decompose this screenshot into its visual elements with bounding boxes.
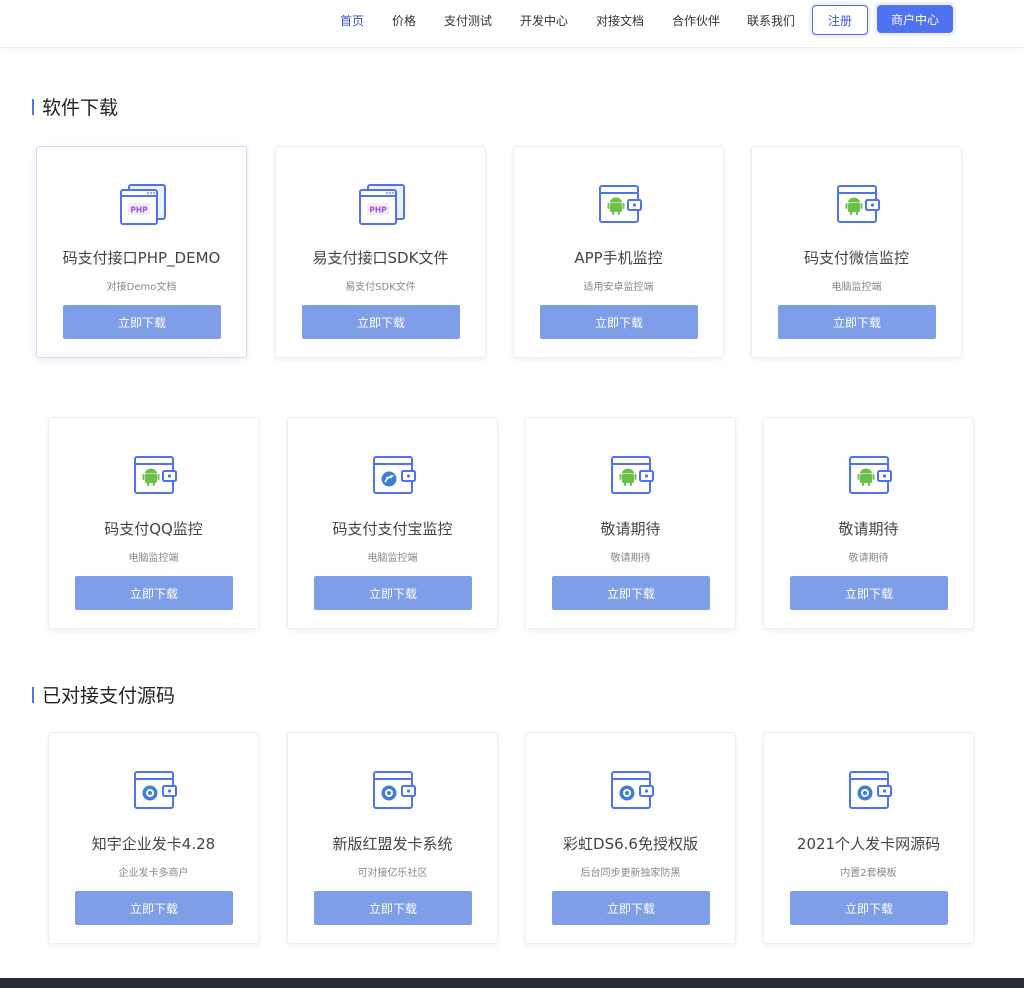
android-icon — [607, 454, 657, 496]
card-subtitle: 电脑监控端 — [367, 553, 418, 564]
nav-partners[interactable]: 合作伙伴 — [672, 12, 720, 29]
download-card: 敬请期待 敬请期待 立即下载 — [525, 417, 736, 629]
card-subtitle: 可对接亿乐社区 — [357, 868, 428, 879]
download-card: 敬请期待 敬请期待 立即下载 — [763, 417, 974, 629]
card-title: 敬请期待 — [838, 520, 899, 538]
card-title: 彩虹DS6.6免授权版 — [563, 835, 698, 853]
nav-home[interactable]: 首页 — [340, 12, 364, 29]
card-subtitle: 易支付SDK文件 — [345, 282, 416, 293]
download-card: APP手机监控适用安卓监控端立即下载 — [513, 146, 724, 358]
card-title: 敬请期待 — [600, 520, 661, 538]
php-icon: PHP — [118, 183, 168, 225]
android-icon — [833, 183, 883, 225]
android-icon — [130, 454, 180, 496]
top-navbar: 首页 价格 支付测试 开发中心 对接文档 合作伙伴 联系我们 注册 商户中心 — [0, 0, 1024, 48]
section-title-text: 已对接支付源码 — [42, 685, 176, 707]
download-card: 码支付支付宝监控电脑监控端立即下载 — [287, 417, 498, 629]
section-title-text: 软件下载 — [42, 97, 119, 119]
card-subtitle: 内置2套模板 — [840, 868, 897, 879]
nav-payment-test[interactable]: 支付测试 — [444, 12, 492, 29]
nav-docs[interactable]: 对接文档 — [596, 12, 644, 29]
card-subtitle: 敬请期待 — [848, 553, 889, 564]
card-subtitle: 电脑监控端 — [128, 553, 179, 564]
card-title: 码支付微信监控 — [803, 249, 909, 267]
card-title: 易支付接口SDK文件 — [312, 249, 449, 267]
section-title-software: 软件下载 — [32, 93, 118, 120]
download-card: 知宇企业发卡4.28 企业发卡多商户立即下载 — [48, 732, 259, 944]
download-button[interactable]: 立即下载 — [314, 576, 472, 610]
card-title: 2021个人发卡网源码 — [796, 835, 941, 853]
card-title: 码支付支付宝监控 — [332, 520, 453, 538]
card-title: 知宇企业发卡4.28 — [91, 835, 216, 853]
card-title: 新版红盟发卡系统 — [332, 835, 453, 853]
download-button[interactable]: 立即下载 — [552, 576, 710, 610]
footer-bar — [0, 978, 1024, 988]
download-card: 彩虹DS6.6免授权版后台同步更新独家防黑立即下载 — [525, 732, 736, 944]
gear-icon — [130, 769, 180, 811]
section-title-source: 已对接支付源码 — [32, 681, 175, 708]
card-title: APP手机监控 — [574, 249, 663, 267]
android-icon — [595, 183, 645, 225]
download-card: PHP 易支付接口SDK文件易支付SDK文件立即下载 — [275, 146, 486, 358]
download-button[interactable]: 立即下载 — [540, 305, 698, 339]
download-card: PHP 码支付接口PHP_DEMO 对接Demo文档立即下载 — [36, 146, 247, 358]
alipay-icon — [369, 454, 419, 496]
main-nav: 首页 价格 支付测试 开发中心 对接文档 合作伙伴 联系我们 — [0, 0, 1024, 40]
gear-icon — [845, 769, 895, 811]
download-button[interactable]: 立即下载 — [552, 891, 710, 925]
svg-text:PHP: PHP — [369, 206, 387, 215]
card-subtitle: 敬请期待 — [610, 553, 651, 564]
card-subtitle: 对接Demo文档 — [106, 282, 177, 293]
download-button[interactable]: 立即下载 — [790, 576, 948, 610]
section-marker — [32, 98, 34, 115]
nav-pricing[interactable]: 价格 — [392, 12, 416, 29]
download-button[interactable]: 立即下载 — [63, 305, 221, 339]
download-button[interactable]: 立即下载 — [314, 891, 472, 925]
gear-icon — [607, 769, 657, 811]
download-button[interactable]: 立即下载 — [790, 891, 948, 925]
register-button[interactable]: 注册 — [812, 5, 868, 35]
card-subtitle: 适用安卓监控端 — [583, 282, 654, 293]
gear-icon — [369, 769, 419, 811]
card-subtitle: 企业发卡多商户 — [118, 868, 189, 879]
download-button[interactable]: 立即下载 — [778, 305, 936, 339]
download-card: 码支付QQ监控电脑监控端立即下载 — [48, 417, 259, 629]
svg-text:PHP: PHP — [130, 206, 148, 215]
download-button[interactable]: 立即下载 — [302, 305, 460, 339]
nav-dev-center[interactable]: 开发中心 — [520, 12, 568, 29]
download-card: 新版红盟发卡系统可对接亿乐社区立即下载 — [287, 732, 498, 944]
section-marker — [32, 686, 34, 703]
download-button[interactable]: 立即下载 — [75, 891, 233, 925]
nav-contact[interactable]: 联系我们 — [747, 12, 795, 29]
download-card: 码支付微信监控电脑监控端立即下载 — [751, 146, 962, 358]
card-title: 码支付接口PHP_DEMO — [62, 249, 221, 267]
php-icon: PHP — [357, 183, 407, 225]
download-button[interactable]: 立即下载 — [75, 576, 233, 610]
android-icon — [845, 454, 895, 496]
card-title: 码支付QQ监控 — [104, 520, 203, 538]
card-subtitle: 电脑监控端 — [831, 282, 882, 293]
merchant-center-button[interactable]: 商户中心 — [877, 5, 953, 33]
download-card: 2021个人发卡网源码内置2套模板立即下载 — [763, 732, 974, 944]
card-subtitle: 后台同步更新独家防黑 — [580, 868, 681, 879]
